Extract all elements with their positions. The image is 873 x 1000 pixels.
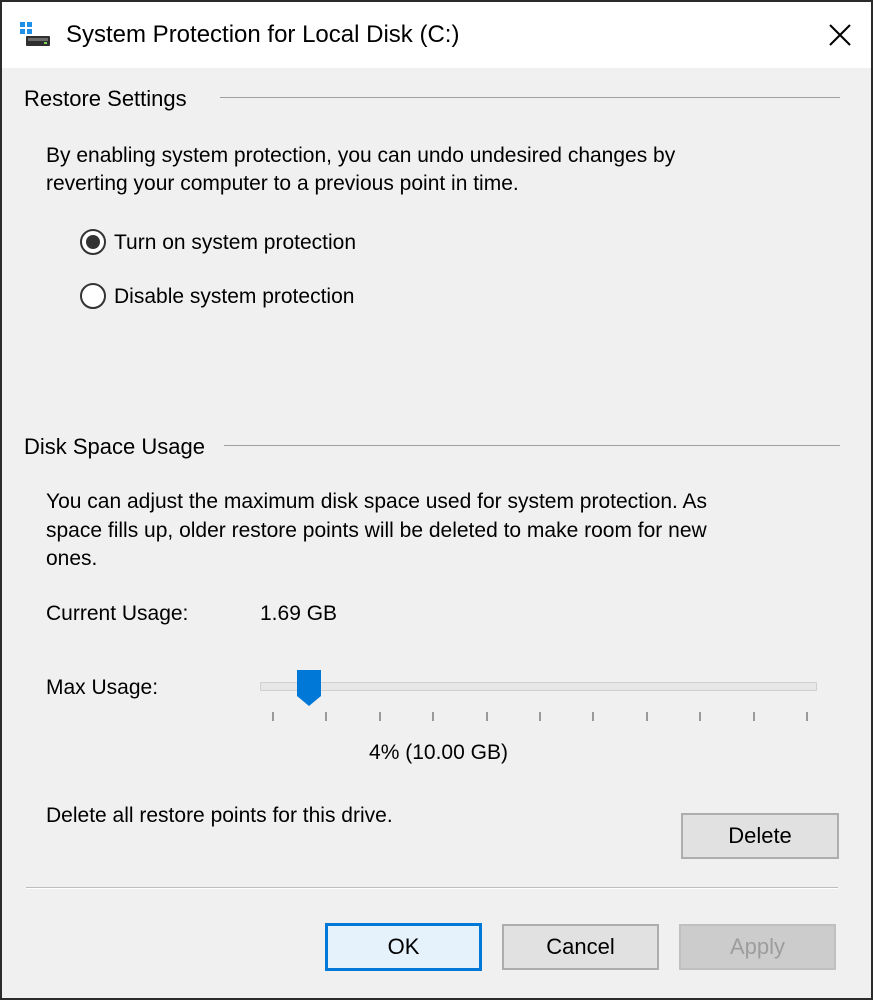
turn-on-protection-radio[interactable] bbox=[80, 229, 106, 255]
restore-description-line1: By enabling system protection, you can u… bbox=[46, 144, 676, 167]
slider-tick bbox=[539, 712, 541, 721]
restore-description-line2: reverting your computer to a previous po… bbox=[46, 172, 519, 195]
restore-settings-divider bbox=[220, 97, 840, 98]
disk-description-line3: ones. bbox=[46, 547, 98, 570]
slider-tick bbox=[379, 712, 381, 721]
disk-space-divider bbox=[224, 445, 840, 446]
current-usage-label: Current Usage: bbox=[46, 602, 189, 625]
cancel-button[interactable]: Cancel bbox=[502, 924, 659, 970]
footer-divider bbox=[26, 887, 838, 889]
slider-tick bbox=[432, 712, 434, 721]
window-title: System Protection for Local Disk (C:) bbox=[66, 21, 460, 48]
slider-tick bbox=[699, 712, 701, 721]
slider-tick bbox=[646, 712, 648, 721]
close-icon bbox=[829, 24, 851, 46]
apply-button[interactable]: Apply bbox=[679, 924, 836, 970]
current-usage-value: 1.69 GB bbox=[260, 602, 338, 625]
ok-button[interactable]: OK bbox=[325, 923, 482, 971]
max-usage-slider-thumb[interactable] bbox=[297, 670, 321, 706]
delete-button[interactable]: Delete bbox=[681, 813, 839, 859]
disk-space-label: Disk Space Usage bbox=[24, 434, 205, 459]
slider-tick bbox=[272, 712, 274, 721]
disable-protection-radio[interactable] bbox=[80, 283, 106, 309]
delete-restore-points-text: Delete all restore points for this drive… bbox=[46, 804, 393, 827]
disk-description-line2: space fills up, older restore points wil… bbox=[46, 519, 707, 542]
title-bar: System Protection for Local Disk (C:) bbox=[2, 2, 871, 68]
disk-description-line1: You can adjust the maximum disk space us… bbox=[46, 490, 708, 513]
restore-settings-label: Restore Settings bbox=[24, 86, 187, 111]
disable-protection-label[interactable]: Disable system protection bbox=[114, 285, 354, 309]
drive-icon bbox=[20, 22, 50, 46]
slider-tick bbox=[592, 712, 594, 721]
close-button[interactable] bbox=[809, 2, 871, 68]
max-usage-label: Max Usage: bbox=[46, 676, 159, 699]
dialog-window: System Protection for Local Disk (C:) Re… bbox=[0, 0, 873, 1000]
max-usage-slider-track[interactable] bbox=[260, 682, 817, 691]
slider-tick bbox=[806, 712, 808, 721]
max-usage-value: 4% (10.00 GB) bbox=[369, 741, 508, 764]
slider-tick bbox=[486, 712, 488, 721]
slider-tick bbox=[753, 712, 755, 721]
turn-on-protection-label[interactable]: Turn on system protection bbox=[114, 231, 356, 255]
slider-tick bbox=[325, 712, 327, 721]
